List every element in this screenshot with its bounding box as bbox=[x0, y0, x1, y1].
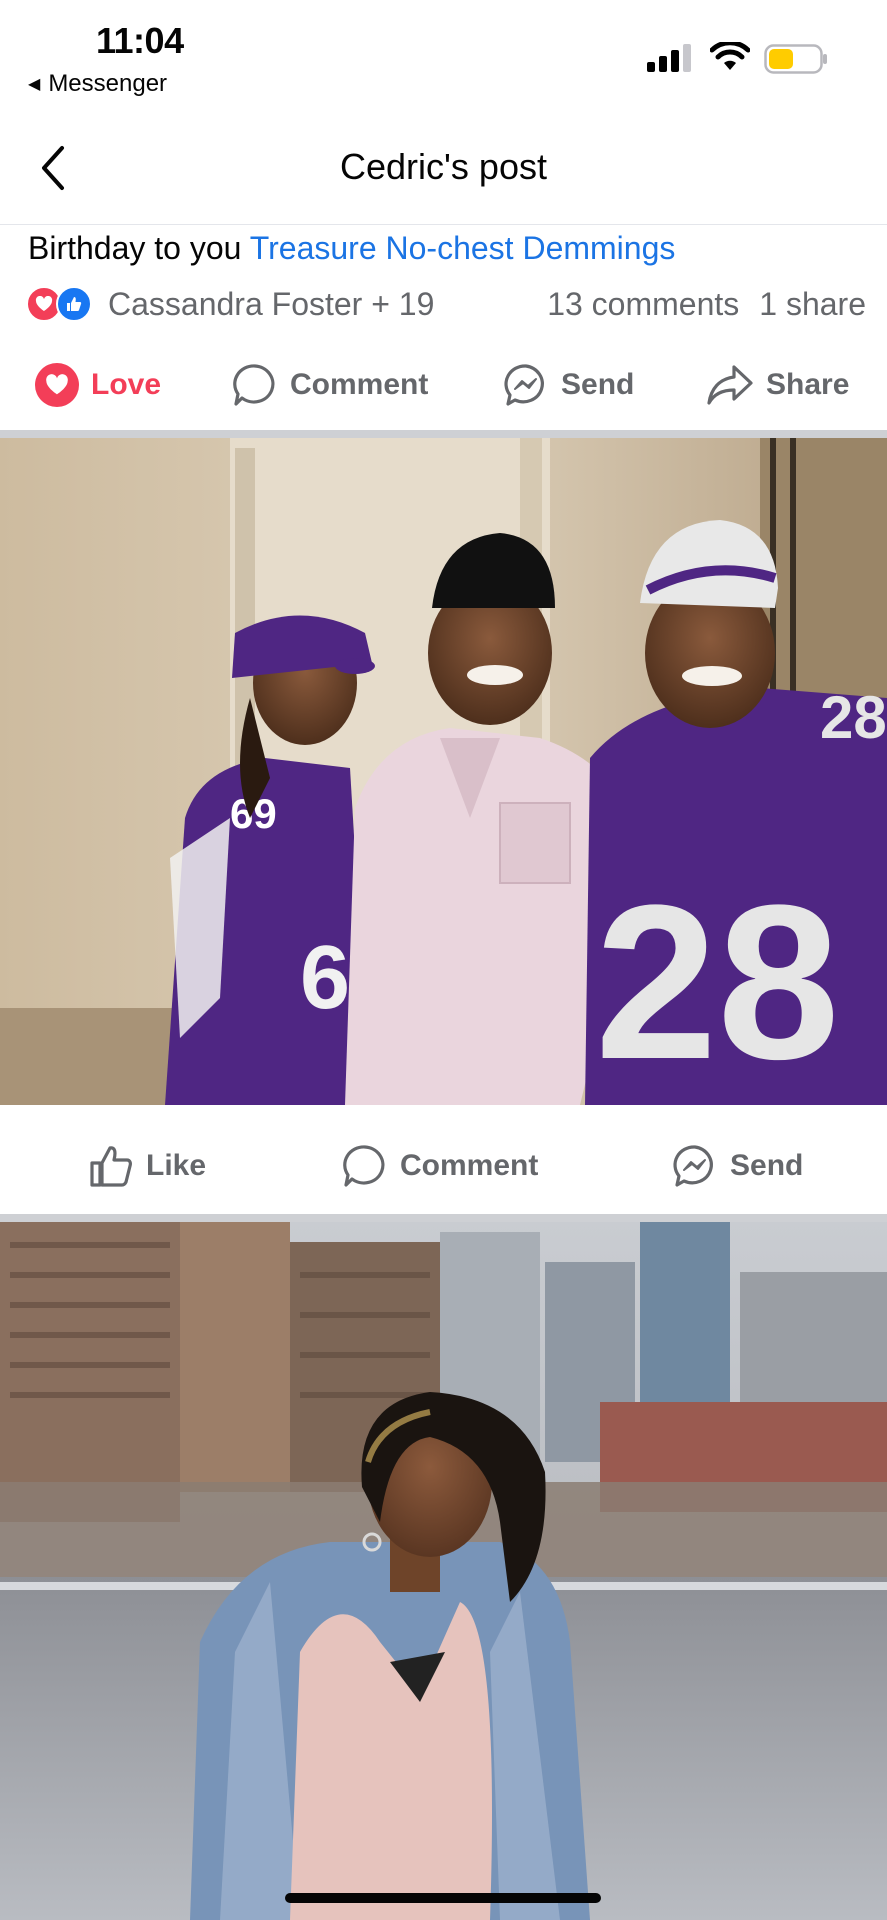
photo-action-bar: Like Comment Send bbox=[0, 1105, 887, 1215]
page-title: Cedric's post bbox=[340, 146, 547, 187]
love-button[interactable]: Love bbox=[35, 363, 161, 407]
post-caption: Birthday to you Treasure No-chest Demmin… bbox=[28, 228, 675, 268]
back-app-label: Messenger bbox=[48, 70, 168, 97]
back-triangle-icon: ◀ bbox=[28, 76, 41, 93]
post-photo-1[interactable]: 69 6 28 28 bbox=[0, 438, 887, 1105]
home-indicator[interactable] bbox=[285, 1893, 601, 1903]
reactor-names: Cassandra Foster + 19 bbox=[108, 285, 435, 322]
reactions-summary[interactable]: Cassandra Foster + 19 13 comments 1 shar… bbox=[26, 282, 866, 326]
clock: 11:04 bbox=[96, 20, 184, 61]
comments-count[interactable]: 13 comments bbox=[547, 286, 739, 323]
portrait-photo-image bbox=[0, 1222, 887, 1920]
comment-bubble-icon bbox=[343, 1145, 385, 1187]
section-divider bbox=[0, 1214, 887, 1222]
photo-send-button[interactable]: Send bbox=[672, 1143, 803, 1189]
svg-text:6: 6 bbox=[300, 928, 350, 1028]
send-label: Send bbox=[561, 368, 635, 401]
like-label: Like bbox=[146, 1149, 207, 1182]
share-label: Share bbox=[766, 368, 850, 401]
caption-text: Birthday to you bbox=[28, 230, 250, 266]
thumbs-up-icon bbox=[90, 1146, 132, 1187]
mention-link[interactable]: Treasure No-chest Demmings bbox=[250, 230, 676, 266]
love-label: Love bbox=[91, 368, 162, 401]
post-header: Cedric's post bbox=[0, 110, 887, 225]
reaction-icons bbox=[26, 284, 102, 324]
like-reaction-icon bbox=[56, 286, 92, 322]
photo-send-label: Send bbox=[730, 1149, 804, 1182]
comment-button[interactable]: Comment bbox=[232, 362, 428, 408]
comment-bubble-icon bbox=[233, 364, 275, 406]
cellular-signal-icon bbox=[647, 44, 691, 72]
messenger-icon bbox=[673, 1145, 713, 1187]
heart-icon bbox=[35, 363, 79, 407]
back-to-messenger-link[interactable]: ◀ Messenger bbox=[28, 70, 167, 98]
status-bar: 11:04 ◀ Messenger bbox=[0, 0, 887, 110]
svg-text:28: 28 bbox=[595, 859, 840, 1105]
section-divider bbox=[0, 430, 887, 438]
battery-icon bbox=[764, 44, 827, 74]
photo-comment-label: Comment bbox=[400, 1149, 539, 1182]
post-photo-2[interactable] bbox=[0, 1222, 887, 1920]
comment-label: Comment bbox=[290, 368, 429, 401]
group-photo-image: 69 6 28 28 bbox=[0, 438, 887, 1105]
share-button[interactable]: Share bbox=[706, 363, 849, 407]
share-arrow-icon bbox=[707, 365, 753, 405]
photo-comment-button[interactable]: Comment bbox=[342, 1143, 538, 1189]
post-action-bar: Love Comment Send Share bbox=[0, 350, 887, 420]
send-button[interactable]: Send bbox=[503, 362, 634, 408]
shares-count[interactable]: 1 share bbox=[759, 286, 866, 323]
messenger-icon bbox=[504, 364, 544, 406]
svg-text:28: 28 bbox=[820, 684, 887, 751]
post-stats: 13 comments 1 share bbox=[547, 286, 866, 323]
like-button[interactable]: Like bbox=[88, 1143, 206, 1189]
wifi-icon bbox=[710, 42, 750, 70]
